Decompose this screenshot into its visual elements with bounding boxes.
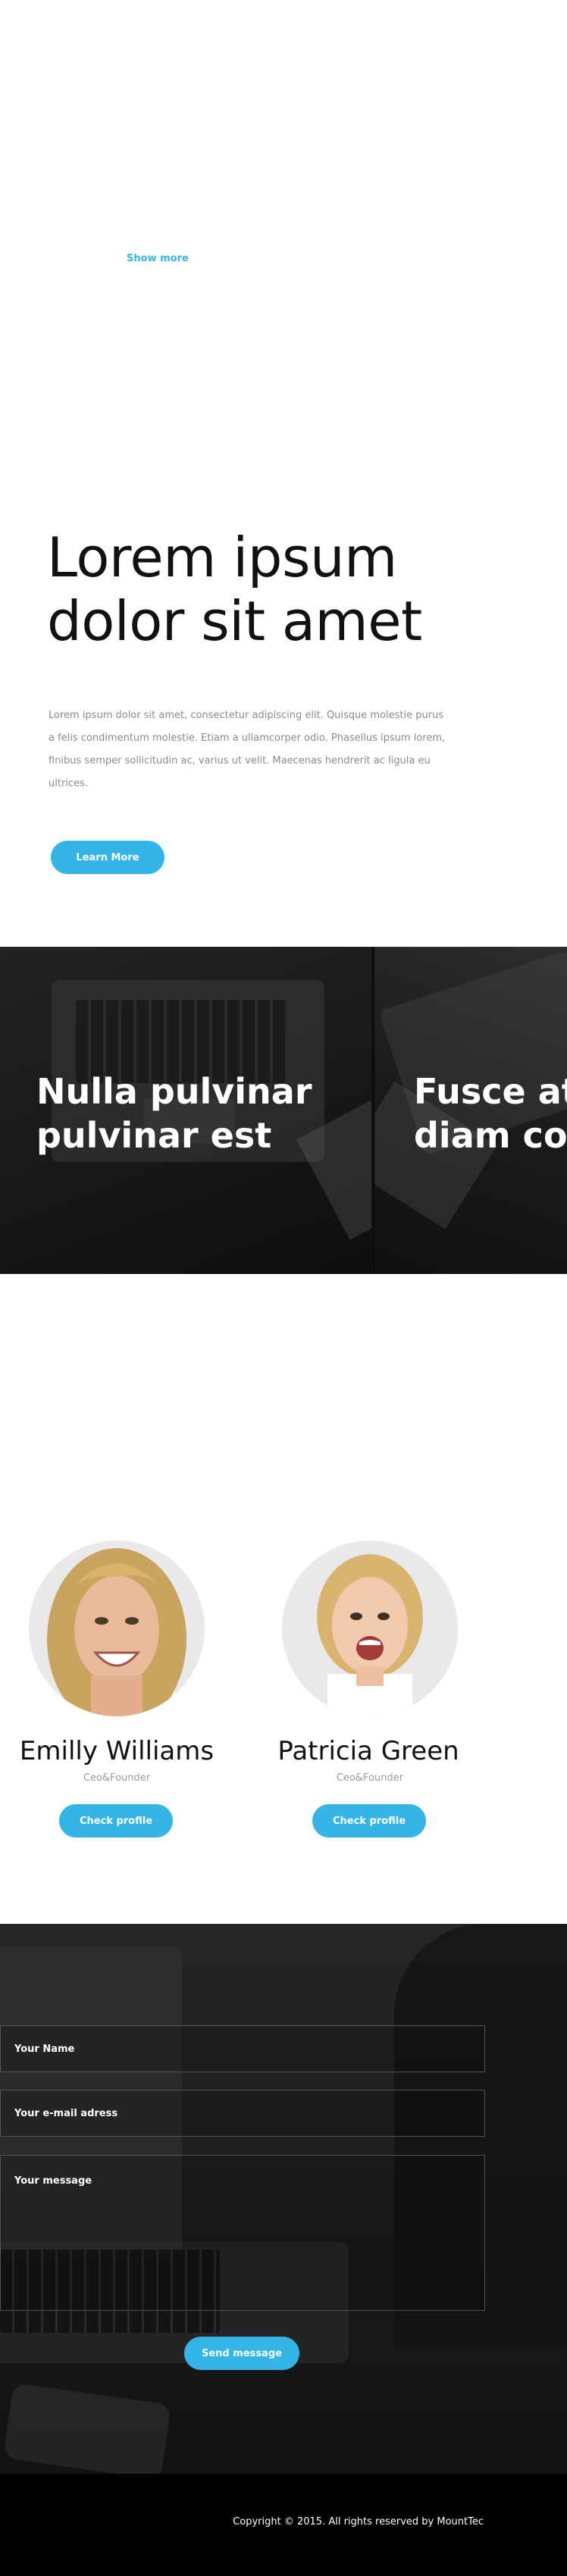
email-input-placeholder: Your e-mail adress xyxy=(14,2107,118,2119)
feature-2-title-line-1: Fusce at xyxy=(414,1071,567,1112)
team-member-role: Ceo&Founder xyxy=(336,1772,404,1784)
portrait-icon xyxy=(47,1548,186,1716)
show-more-link[interactable]: Show more xyxy=(127,253,189,264)
learn-more-button[interactable]: Learn More xyxy=(51,841,164,874)
check-profile-button[interactable]: Check profile xyxy=(59,1804,173,1838)
team-member-name: Emilly Williams xyxy=(19,1736,215,1766)
feature-band: Nulla pulvinar pulvinar est Fusce at dia… xyxy=(0,947,567,1274)
name-input[interactable]: Your Name xyxy=(0,2025,485,2072)
feature-1-title-line-2: pulvinar est xyxy=(36,1115,272,1156)
hero-description: Lorem ipsum dolor sit amet, consectetur … xyxy=(49,710,446,789)
feature-2-title-line-2: diam cor xyxy=(414,1115,567,1156)
hero-title-line-1: Lorem ipsum xyxy=(47,526,397,589)
portrait-icon xyxy=(317,1554,423,1716)
feature-2-title: Fusce at diam cor xyxy=(414,1069,567,1157)
phone-image xyxy=(3,2382,171,2474)
message-textarea[interactable]: Your message xyxy=(0,2155,485,2311)
feature-panel-1[interactable]: Nulla pulvinar pulvinar est xyxy=(0,947,371,1274)
hero-title: Lorem ipsum dolor sit amet xyxy=(47,526,532,653)
team-member-name: Patricia Green xyxy=(277,1736,459,1766)
footer: Copyright © 2015. All rights reserved by… xyxy=(0,2474,567,2576)
feature-1-title: Nulla pulvinar pulvinar est xyxy=(36,1069,312,1157)
check-profile-button[interactable]: Check profile xyxy=(312,1804,426,1838)
email-input[interactable]: Your e-mail adress xyxy=(0,2090,485,2137)
name-input-placeholder: Your Name xyxy=(14,2043,75,2055)
contact-section: Your Name Your e-mail adress Your messag… xyxy=(0,1924,567,2474)
avatar-patricia-green xyxy=(282,1541,458,1716)
copyright-text: Copyright © 2015. All rights reserved by… xyxy=(233,2516,484,2528)
avatar-emilly-williams xyxy=(29,1541,205,1716)
hero-title-line-2: dolor sit amet xyxy=(47,589,422,653)
feature-panel-2[interactable]: Fusce at diam cor xyxy=(373,947,567,1274)
message-textarea-placeholder: Your message xyxy=(14,2175,92,2187)
feature-1-title-line-1: Nulla pulvinar xyxy=(36,1071,312,1112)
team-member-role: Ceo&Founder xyxy=(83,1772,151,1784)
send-message-button[interactable]: Send message xyxy=(184,2337,299,2370)
